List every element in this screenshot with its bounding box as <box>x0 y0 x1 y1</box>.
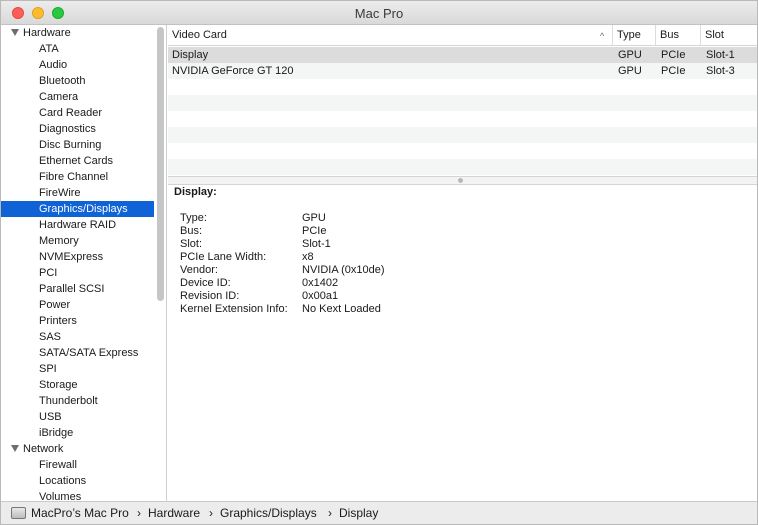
sidebar-item-sas[interactable]: SAS <box>1 329 166 345</box>
sidebar-item-fibre-channel[interactable]: Fibre Channel <box>1 169 166 185</box>
sidebar-item-ethernet-cards[interactable]: Ethernet Cards <box>1 153 166 169</box>
sidebar-item-pci[interactable]: PCI <box>1 265 166 281</box>
detail-field-label: Type: <box>180 212 207 224</box>
splitter-handle[interactable] <box>458 178 463 183</box>
breadcrumb-item-computer[interactable]: MacPro’s Mac Pro <box>31 506 129 520</box>
detail-field-value: x8 <box>302 251 314 263</box>
detail-field-label: Vendor: <box>180 264 218 276</box>
breadcrumb-item-hardware[interactable]: Hardware <box>148 506 200 520</box>
sort-ascending-icon[interactable]: ^ <box>600 31 604 41</box>
detail-field-value: NVIDIA (0x10de) <box>302 264 385 276</box>
detail-field-value: PCIe <box>302 225 327 237</box>
sidebar-group-label: Hardware <box>23 27 71 39</box>
sidebar[interactable]: Hardware ATA Audio Bluetooth Camera Card Read… <box>1 25 167 501</box>
pane-splitter[interactable] <box>168 176 757 185</box>
sidebar-item-ibridge[interactable]: iBridge <box>1 425 166 441</box>
table-cell-type: GPU <box>618 49 642 61</box>
table-header: Video Card ^ Type Bus Slot <box>168 25 757 46</box>
system-information-window: Mac Pro Hardware ATA Audio Bluetooth Camera C… <box>0 0 758 525</box>
table-cell-bus: PCIe <box>661 65 686 77</box>
title-bar: Mac Pro <box>1 1 757 25</box>
detail-field-label: PCIe Lane Width: <box>180 251 267 263</box>
breadcrumb: MacPro’s Mac Pro › Hardware › Graphics/D… <box>1 501 757 524</box>
sidebar-item-thunderbolt[interactable]: Thunderbolt <box>1 393 166 409</box>
breadcrumb-separator: › <box>137 506 141 520</box>
detail-field: Vendor: NVIDIA (0x10de) <box>180 264 385 277</box>
sidebar-scrollbar[interactable] <box>157 27 164 301</box>
sidebar-item-bluetooth[interactable]: Bluetooth <box>1 73 166 89</box>
detail-field-label: Bus: <box>180 225 203 237</box>
video-card-table[interactable]: Video Card ^ Type Bus Slot Display GPU PCI… <box>168 25 757 176</box>
detail-field-value: Slot-1 <box>302 238 331 250</box>
disclosure-triangle-icon[interactable] <box>11 445 19 452</box>
sidebar-item-storage[interactable]: Storage <box>1 377 166 393</box>
window-title: Mac Pro <box>354 6 404 21</box>
sidebar-item-nvmexpress[interactable]: NVMExpress <box>1 249 166 265</box>
sidebar-group-hardware[interactable]: Hardware <box>1 25 166 41</box>
detail-field: Bus: PCIe <box>180 225 326 238</box>
table-cell-slot: Slot-1 <box>706 49 735 61</box>
sidebar-item-memory[interactable]: Memory <box>1 233 166 249</box>
breadcrumb-item-display[interactable]: Display <box>339 506 378 520</box>
detail-field-label: Revision ID: <box>180 290 240 302</box>
detail-field: Kernel Extension Info: No Kext Loaded <box>180 303 381 316</box>
detail-field: Type: GPU <box>180 212 326 225</box>
detail-field-value: 0x1402 <box>302 277 339 289</box>
detail-field-value: 0x00a1 <box>302 290 339 302</box>
detail-title: Display: <box>174 186 217 198</box>
detail-field-label: Device ID: <box>180 277 231 289</box>
detail-field-value: No Kext Loaded <box>302 303 381 315</box>
breadcrumb-item-graphics-displays[interactable]: Graphics/Displays <box>220 506 317 520</box>
table-row[interactable]: Display GPU PCIe Slot-1 <box>168 47 757 63</box>
table-row-empty <box>168 111 757 127</box>
sidebar-item-volumes[interactable]: Volumes <box>1 489 166 501</box>
table-cell-video-card: NVIDIA GeForce GT 120 <box>172 65 294 77</box>
detail-field-label: Kernel Extension Info: <box>180 303 288 315</box>
column-header-bus[interactable]: Bus <box>655 25 700 46</box>
sidebar-item-parallel-scsi[interactable]: Parallel SCSI <box>1 281 166 297</box>
sidebar-item-hardware-raid[interactable]: Hardware RAID <box>1 217 166 233</box>
column-header-video-card[interactable]: Video Card <box>168 25 612 46</box>
table-cell-bus: PCIe <box>661 49 686 61</box>
computer-icon <box>11 507 26 519</box>
table-row-empty <box>168 127 757 143</box>
table-row-empty <box>168 159 757 175</box>
table-row[interactable]: NVIDIA GeForce GT 120 GPU PCIe Slot-3 <box>168 63 757 79</box>
sidebar-item-card-reader[interactable]: Card Reader <box>1 105 166 121</box>
detail-pane: Display: Type: GPU Bus: PCIe Slot: Slot-1 PCIe… <box>168 185 757 501</box>
column-header-slot[interactable]: Slot <box>700 25 757 46</box>
table-cell-type: GPU <box>618 65 642 77</box>
sidebar-item-spi[interactable]: SPI <box>1 361 166 377</box>
sidebar-item-locations[interactable]: Locations <box>1 473 166 489</box>
sidebar-group-label: Network <box>23 443 64 455</box>
table-cell-video-card: Display <box>172 49 209 61</box>
sidebar-group-network[interactable]: Network <box>1 441 166 457</box>
detail-field-label: Slot: <box>180 238 203 250</box>
sidebar-item-sata-sata-express[interactable]: SATA/SATA Express <box>1 345 166 361</box>
sidebar-item-firewall[interactable]: Firewall <box>1 457 166 473</box>
detail-field: Device ID: 0x1402 <box>180 277 338 290</box>
sidebar-item-graphics-displays[interactable]: Graphics/Displays <box>1 201 154 217</box>
table-row-empty <box>168 79 757 95</box>
detail-field: PCIe Lane Width: x8 <box>180 251 314 264</box>
table-cell-slot: Slot-3 <box>706 65 735 77</box>
breadcrumb-separator: › <box>209 506 213 520</box>
detail-field: Slot: Slot-1 <box>180 238 331 251</box>
table-row-empty <box>168 143 757 159</box>
disclosure-triangle-icon[interactable] <box>11 29 19 36</box>
sidebar-item-camera[interactable]: Camera <box>1 89 166 105</box>
sidebar-item-audio[interactable]: Audio <box>1 57 166 73</box>
sidebar-item-diagnostics[interactable]: Diagnostics <box>1 121 166 137</box>
column-header-type[interactable]: Type <box>612 25 655 46</box>
sidebar-item-firewire[interactable]: FireWire <box>1 185 166 201</box>
detail-field-value: GPU <box>302 212 326 224</box>
sidebar-item-printers[interactable]: Printers <box>1 313 166 329</box>
breadcrumb-separator: › <box>328 506 332 520</box>
sidebar-item-usb[interactable]: USB <box>1 409 166 425</box>
table-row-empty <box>168 95 757 111</box>
sidebar-item-power[interactable]: Power <box>1 297 166 313</box>
detail-field: Revision ID: 0x00a1 <box>180 290 338 303</box>
sidebar-item-disc-burning[interactable]: Disc Burning <box>1 137 166 153</box>
sidebar-item-ata[interactable]: ATA <box>1 41 166 57</box>
